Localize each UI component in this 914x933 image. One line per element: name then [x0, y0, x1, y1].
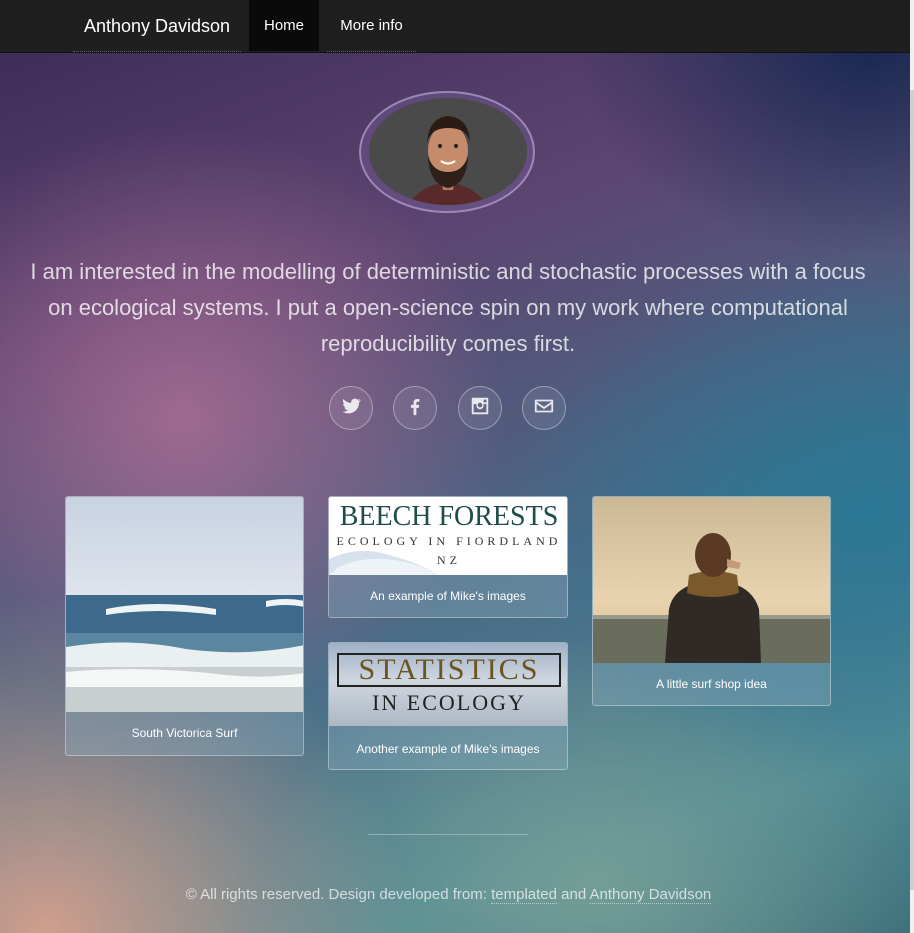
instagram-icon [469, 395, 491, 422]
footer-link-author[interactable]: Anthony Davidson [589, 886, 712, 904]
card-beech-forests[interactable]: BEECH FORESTS ECOLOGY IN FIORDLAND NZ An… [328, 496, 568, 618]
email-button[interactable] [522, 386, 566, 430]
footer-link-templated[interactable]: templated [491, 886, 557, 904]
surf-image [66, 497, 303, 712]
twitter-button[interactable] [329, 386, 373, 430]
nav-more-info[interactable]: More info [327, 0, 416, 52]
card-caption: Another example of Mike's images [356, 742, 540, 756]
surf-shop-image [593, 497, 830, 663]
statistics-banner: STATISTICS IN ECOLOGY [329, 643, 567, 726]
facebook-button[interactable] [393, 386, 437, 430]
card-surf-shop[interactable]: A little surf shop idea [592, 496, 831, 706]
email-icon [533, 395, 555, 422]
card-caption: A little surf shop idea [656, 677, 767, 691]
brand-link[interactable]: Anthony Davidson [73, 0, 241, 52]
facebook-icon [404, 395, 426, 422]
footer-text: © All rights reserved. Design developed … [185, 886, 487, 903]
twitter-icon [340, 395, 362, 422]
beech-title: BEECH FORESTS [339, 501, 559, 532]
card-statistics-ecology[interactable]: STATISTICS IN ECOLOGY Another example of… [328, 642, 568, 770]
scrollbar-thumb[interactable] [910, 90, 914, 890]
bio-text: I am interested in the modelling of dete… [30, 259, 866, 356]
instagram-button[interactable] [458, 386, 502, 430]
top-navbar: Anthony Davidson Home More info [0, 0, 910, 53]
statistics-title: STATISTICS [358, 653, 540, 686]
beech-subtitle: ECOLOGY IN FIORDLAND [336, 534, 562, 548]
nav-home[interactable]: Home [249, 0, 319, 51]
statistics-subtitle: IN ECOLOGY [372, 690, 526, 715]
footer-and: and [561, 886, 587, 903]
scrollbar[interactable] [910, 0, 914, 933]
footer-divider [368, 834, 528, 835]
avatar [369, 98, 527, 205]
card-caption: An example of Mike's images [370, 589, 526, 603]
beech-subtitle-nz: NZ [437, 553, 461, 567]
beech-forests-banner: BEECH FORESTS ECOLOGY IN FIORDLAND NZ [329, 497, 567, 575]
card-surf[interactable]: South Victorica Surf [65, 496, 304, 756]
card-caption: South Victorica Surf [131, 726, 238, 740]
footer: © All rights reserved. Design developed … [0, 886, 897, 904]
